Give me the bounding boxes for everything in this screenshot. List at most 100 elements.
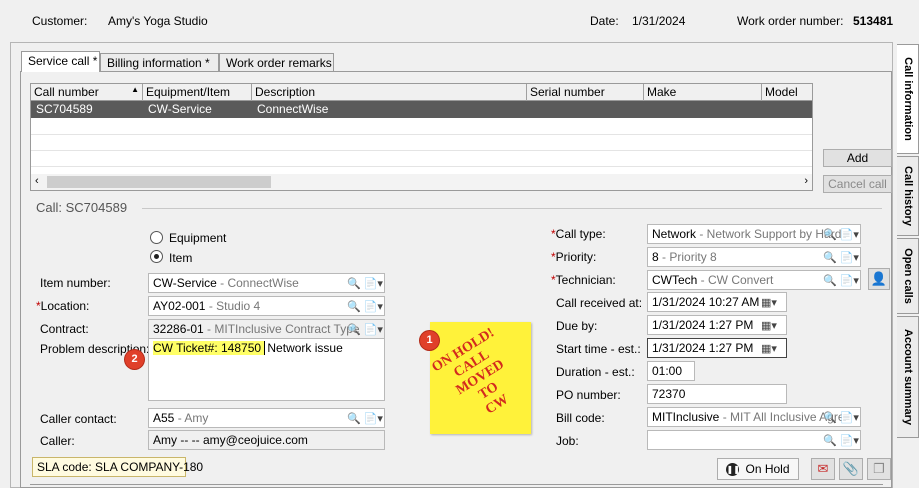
side-tab-open-calls[interactable]: Open calls bbox=[897, 238, 919, 314]
problem-description-field[interactable]: CW Ticket#: 148750 Network issue bbox=[148, 338, 385, 401]
calendar-icon[interactable]: ▦▾ bbox=[761, 319, 777, 332]
start-time-icons: ▦▾ bbox=[761, 339, 777, 357]
scroll-right-icon[interactable]: › bbox=[804, 175, 808, 187]
doc-dropdown-icon[interactable]: 📄▾ bbox=[840, 228, 859, 241]
call-received-label: Call received at: bbox=[556, 296, 643, 310]
magnifier-icon[interactable]: 🔍 bbox=[347, 412, 361, 425]
column-header-equipment[interactable]: Equipment/Item bbox=[143, 84, 252, 101]
duration-label: Duration - est.: bbox=[556, 365, 635, 379]
paperclip-icon[interactable]: 📎 bbox=[839, 458, 863, 480]
grid-line bbox=[31, 166, 812, 167]
location-label: *Location: bbox=[36, 299, 90, 313]
radio-item[interactable] bbox=[150, 250, 163, 263]
contract-label: Contract: bbox=[40, 322, 89, 336]
column-header-call-number[interactable]: Call number ▲ bbox=[31, 84, 143, 101]
technician-label: *Technician: bbox=[551, 273, 616, 287]
job-icons: 🔍 📄▾ bbox=[823, 431, 859, 449]
doc-dropdown-icon[interactable]: 📄▾ bbox=[364, 300, 383, 313]
doc-dropdown-icon[interactable]: 📄▾ bbox=[364, 277, 383, 290]
caller-contact-label: Caller contact: bbox=[40, 412, 117, 426]
scrollbar-thumb[interactable] bbox=[47, 176, 271, 188]
magnifier-icon[interactable]: 🔍 bbox=[347, 300, 361, 313]
magnifier-icon[interactable]: 🔍 bbox=[823, 411, 837, 424]
magnifier-icon[interactable]: 🔍 bbox=[823, 228, 837, 241]
radio-equipment[interactable] bbox=[150, 231, 163, 244]
magnifier-icon[interactable]: 🔍 bbox=[823, 274, 837, 287]
tab-service-call[interactable]: Service call * bbox=[21, 51, 100, 72]
item-number-icons: 🔍 📄▾ bbox=[347, 274, 383, 292]
problem-highlight: CW Ticket#: 148750 bbox=[153, 341, 265, 355]
call-received-icons: ▦▾ bbox=[761, 293, 777, 311]
bill-code-icons: 🔍 📄▾ bbox=[823, 408, 859, 426]
side-tab-label: Call history bbox=[901, 166, 914, 226]
add-button[interactable]: Add bbox=[823, 149, 892, 167]
section-divider bbox=[142, 208, 882, 209]
sticky-note: ON HOLD! CALL MOVED TO CW bbox=[429, 322, 531, 434]
grid-line bbox=[31, 150, 812, 151]
po-number-label: PO number: bbox=[556, 388, 621, 402]
date-label: Date: bbox=[590, 14, 619, 28]
bottom-divider bbox=[30, 484, 883, 485]
work-order-label: Work order number: bbox=[737, 14, 844, 28]
cancel-call-button[interactable]: Cancel call bbox=[823, 175, 892, 193]
on-hold-icon: ❚❚ bbox=[726, 463, 740, 477]
radio-item-label: Item bbox=[169, 251, 193, 265]
technician-lookup-icon[interactable]: 👤 bbox=[868, 268, 890, 290]
side-tab-call-history[interactable]: Call history bbox=[897, 156, 919, 236]
duration-field[interactable]: 01:00 bbox=[647, 361, 695, 381]
annotation-badge-2: 2 bbox=[125, 350, 144, 369]
sort-up-icon: ▲ bbox=[131, 85, 139, 94]
column-header-description[interactable]: Description bbox=[252, 84, 527, 101]
magnifier-icon[interactable]: 🔍 bbox=[347, 323, 361, 336]
side-tab-label: Call information bbox=[901, 57, 914, 141]
side-tab-account-summary[interactable]: Account summary bbox=[897, 316, 919, 438]
doc-dropdown-icon[interactable]: 📄▾ bbox=[840, 274, 859, 287]
cell-description: ConnectWise bbox=[257, 102, 329, 116]
calendar-icon[interactable]: ▦▾ bbox=[761, 342, 777, 355]
horizontal-scrollbar[interactable]: ‹ › bbox=[31, 174, 812, 190]
bill-code-label: Bill code: bbox=[556, 411, 605, 425]
column-header-make[interactable]: Make bbox=[644, 84, 762, 101]
customer-label: Customer: bbox=[32, 14, 88, 28]
copy-icon[interactable]: ❐ bbox=[867, 458, 891, 480]
technician-icons: 🔍 📄▾ bbox=[823, 271, 859, 289]
column-header-model[interactable]: Model bbox=[762, 84, 812, 101]
doc-dropdown-icon[interactable]: 📄▾ bbox=[840, 434, 859, 447]
column-header-serial-number[interactable]: Serial number bbox=[527, 84, 644, 101]
doc-dropdown-icon[interactable]: 📄▾ bbox=[364, 412, 383, 425]
cell-equipment: CW-Service bbox=[148, 102, 212, 116]
side-tab-label: Open calls bbox=[901, 248, 914, 304]
magnifier-icon[interactable]: 🔍 bbox=[823, 251, 837, 264]
due-by-label: Due by: bbox=[556, 319, 598, 333]
scroll-left-icon[interactable]: ‹ bbox=[35, 175, 39, 187]
po-number-field[interactable]: 72370 bbox=[647, 384, 787, 404]
doc-dropdown-icon[interactable]: 📄▾ bbox=[364, 323, 383, 336]
magnifier-icon[interactable]: 🔍 bbox=[823, 434, 837, 447]
sla-code-box: SLA code: SLA COMPANY-180 bbox=[32, 457, 203, 477]
caller-field: Amy -- -- amy@ceojuice.com bbox=[148, 430, 385, 450]
side-tab-call-information[interactable]: Call information bbox=[897, 44, 919, 154]
grid-line bbox=[31, 134, 812, 135]
doc-dropdown-icon[interactable]: 📄▾ bbox=[840, 411, 859, 424]
caller-label: Caller: bbox=[40, 434, 75, 448]
email-icon[interactable]: ✉ bbox=[811, 458, 835, 480]
side-tab-label: Account summary bbox=[901, 329, 914, 425]
tab-work-order-remarks[interactable]: Work order remarks bbox=[219, 53, 334, 72]
calendar-icon[interactable]: ▦▾ bbox=[761, 296, 777, 309]
doc-dropdown-icon[interactable]: 📄▾ bbox=[840, 251, 859, 264]
call-section-title: Call: SC704589 bbox=[36, 200, 128, 215]
cell-call-number: SC704589 bbox=[36, 102, 93, 116]
due-by-icons: ▦▾ bbox=[761, 316, 777, 334]
radio-equipment-label: Equipment bbox=[169, 231, 227, 245]
contract-icons: 🔍 📄▾ bbox=[347, 320, 383, 338]
start-time-label: Start time - est.: bbox=[556, 342, 641, 356]
table-row[interactable]: SC704589 CW-Service ConnectWise bbox=[31, 101, 812, 118]
call-type-label: *Call type: bbox=[551, 227, 606, 241]
magnifier-icon[interactable]: 🔍 bbox=[347, 277, 361, 290]
on-hold-button[interactable]: ❚❚ On Hold bbox=[717, 458, 799, 480]
job-label: Job: bbox=[556, 434, 579, 448]
priority-label: *Priority: bbox=[551, 250, 597, 264]
service-call-grid[interactable]: Call number ▲ Equipment/Item Description … bbox=[30, 83, 813, 191]
caller-contact-icons: 🔍 📄▾ bbox=[347, 409, 383, 427]
tab-billing-information[interactable]: Billing information * bbox=[100, 53, 219, 72]
